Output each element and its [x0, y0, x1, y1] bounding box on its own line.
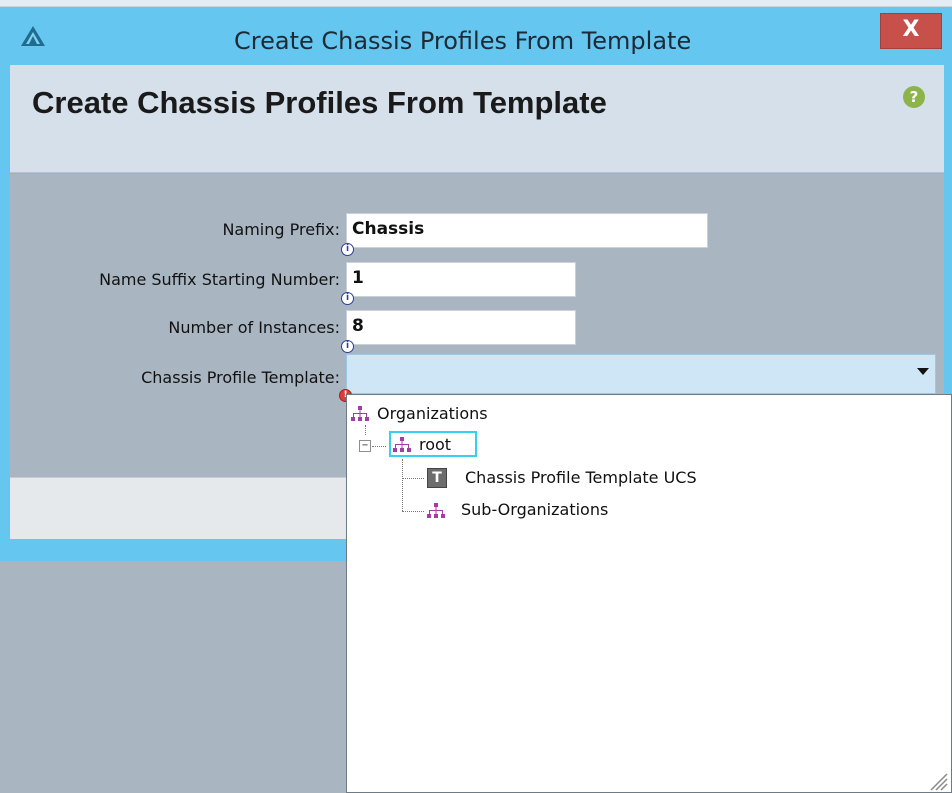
tree-connector [365, 425, 366, 435]
info-icon: i [341, 340, 354, 353]
tree-node-template[interactable]: T Chassis Profile Template UCS [427, 466, 767, 492]
tree-connector [402, 478, 424, 479]
naming-prefix-label: Naming Prefix: [222, 220, 340, 239]
tree-connector [402, 511, 424, 512]
template-item-label: Chassis Profile Template UCS [465, 468, 697, 487]
tree-node-root[interactable]: root [393, 433, 483, 459]
name-suffix-start-input[interactable]: 1 [346, 262, 576, 297]
info-icon: i [341, 292, 354, 305]
number-of-instances-input[interactable]: 8 [346, 310, 576, 345]
collapse-icon[interactable]: − [359, 440, 371, 452]
chevron-down-icon[interactable] [917, 368, 929, 375]
chassis-profile-template-label: Chassis Profile Template: [141, 368, 340, 387]
organization-icon [351, 406, 369, 421]
organization-icon [427, 503, 445, 518]
resize-grip-icon[interactable] [928, 771, 948, 791]
title-bar[interactable]: Create Chassis Profiles From Template X [0, 7, 952, 65]
desktop-top-strip [0, 0, 952, 7]
close-button[interactable]: X [880, 13, 942, 49]
page-title: Create Chassis Profiles From Template [32, 85, 607, 120]
number-of-instances-label: Number of Instances: [168, 318, 340, 337]
root-label: root [419, 435, 452, 454]
chassis-profile-template-select[interactable] [346, 354, 936, 394]
info-icon: i [341, 243, 354, 256]
template-dropdown-list[interactable]: Organizations − root T Chassis Profile T… [346, 394, 952, 793]
sub-organizations-label: Sub-Organizations [461, 500, 609, 519]
name-suffix-start-label: Name Suffix Starting Number: [99, 270, 340, 289]
header-panel: Create Chassis Profiles From Template ? [10, 65, 944, 173]
organization-icon [393, 437, 411, 452]
help-icon[interactable]: ? [903, 86, 925, 108]
tree-connector [402, 459, 403, 511]
naming-prefix-input[interactable]: Chassis [346, 213, 708, 248]
template-icon: T [427, 468, 447, 488]
tree-node-sub-organizations[interactable]: Sub-Organizations [427, 498, 687, 524]
organizations-label: Organizations [377, 404, 488, 423]
window-title: Create Chassis Profiles From Template [234, 27, 692, 55]
tree-connector [372, 446, 386, 447]
tree-node-organizations[interactable]: Organizations [351, 402, 551, 428]
app-logo-icon [21, 26, 45, 46]
